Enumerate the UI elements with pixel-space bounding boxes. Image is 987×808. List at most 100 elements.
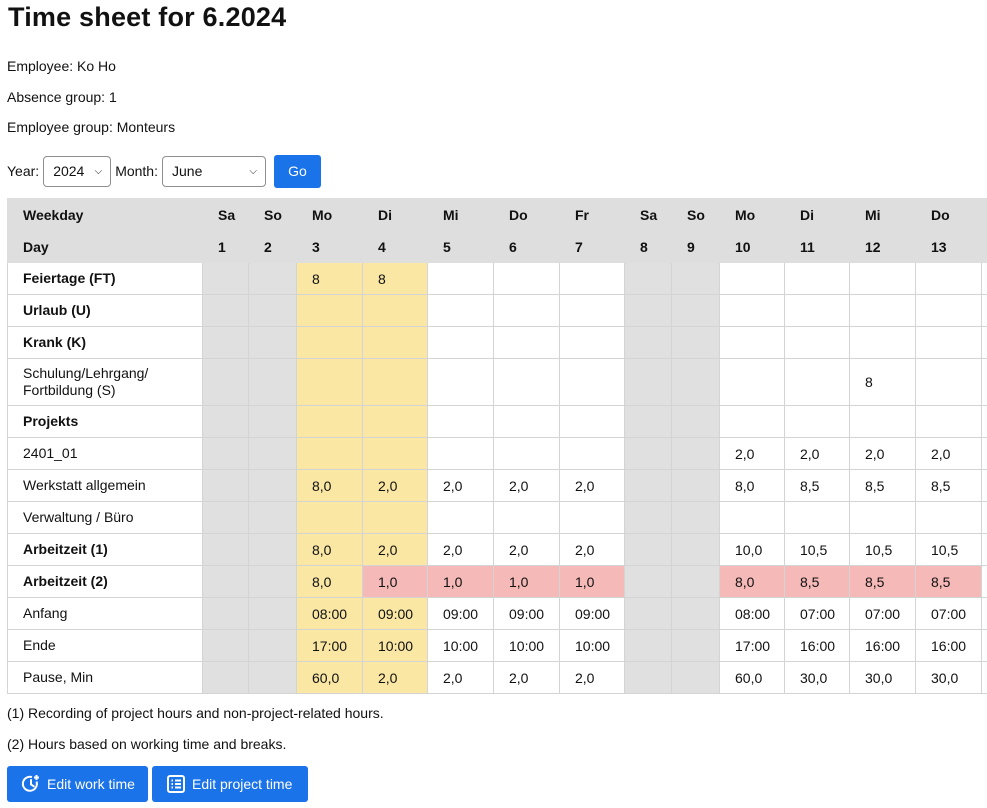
weekday-cell: So: [671, 198, 720, 231]
table-cell: 8,5: [784, 565, 850, 598]
row-label: Werkstatt allgemein: [7, 469, 203, 502]
weekday-cell: Do: [493, 198, 560, 231]
table-cell: [624, 326, 672, 359]
table-cell: 10,5: [915, 533, 982, 566]
table-cell: 17:00: [719, 629, 785, 662]
month-select[interactable]: June ⌵: [162, 155, 266, 187]
table-cell: [559, 437, 625, 470]
row-label: Arbeitzeit (1): [7, 533, 203, 566]
clock-plus-icon: [21, 775, 39, 792]
table-cell: [248, 469, 297, 502]
table-cell: 09:00: [493, 597, 560, 630]
table-cell: [493, 262, 560, 295]
table-cell: [296, 294, 363, 327]
table-cell: [559, 294, 625, 327]
day-cell: 3: [296, 230, 363, 263]
table-cell: 2,0: [493, 533, 560, 566]
table-cell: [493, 437, 560, 470]
row-label: Krank (K): [7, 326, 203, 359]
table-cell: [427, 326, 494, 359]
table-row: Schulung/Lehrgang/ Fortbildung (S) 8: [7, 358, 987, 406]
table-cell: 16:00: [849, 629, 916, 662]
table-cell: 60,0: [719, 661, 785, 694]
table-cell: [981, 294, 987, 327]
day-cell: 2: [248, 230, 297, 263]
table-cell: [671, 294, 720, 327]
table-cell: [202, 469, 249, 502]
table-cell: 10:00: [427, 629, 494, 662]
table-cell: 8,5: [915, 565, 982, 598]
weekday-cell: Mo: [296, 198, 363, 231]
table-cell: [981, 358, 987, 406]
table-cell: [981, 565, 987, 598]
day-cell: 11: [784, 230, 850, 263]
table-row: Arbeitzeit (1) 8,0 2,0 2,0 2,0 2,0 10,0 10,5 10,…: [7, 533, 987, 566]
table-cell: [248, 405, 297, 438]
table-cell: [784, 262, 850, 295]
table-cell: [915, 262, 982, 295]
footnote-2: (2) Hours based on working time and brea…: [7, 736, 287, 752]
day-cell: 12: [849, 230, 916, 263]
table-cell: [915, 358, 982, 406]
table-cell: [427, 437, 494, 470]
day-cell: 10: [719, 230, 785, 263]
table-cell: [202, 326, 249, 359]
table-cell: 2,0: [362, 469, 428, 502]
table-cell: [671, 533, 720, 566]
table-cell: [202, 661, 249, 694]
weekday-cell: Sa: [624, 198, 672, 231]
table-cell: 2,0: [719, 437, 785, 470]
table-cell: [915, 405, 982, 438]
table-cell: [915, 326, 982, 359]
page-title: Time sheet for 6.2024: [8, 2, 287, 32]
weekday-cell: Di: [362, 198, 428, 231]
table-row: Pause, Min 60,0 2,0 2,0 2,0 2,0 60,0 30,0 30,0 30…: [7, 661, 987, 694]
weekday-cell: Do: [915, 198, 982, 231]
table-cell: [493, 326, 560, 359]
go-button[interactable]: Go: [274, 154, 321, 188]
table-cell: [784, 358, 850, 406]
table-cell: [296, 405, 363, 438]
table-cell: [296, 326, 363, 359]
table-cell: 8,0: [296, 533, 363, 566]
row-label: Arbeitzeit (2): [7, 565, 203, 598]
row-label: Ende: [7, 629, 203, 662]
table-cell: 30,0: [915, 661, 982, 694]
table-cell: [248, 533, 297, 566]
month-label: Month:: [115, 163, 158, 179]
table-cell: 2,0: [559, 469, 625, 502]
year-select[interactable]: 2024 ⌵: [43, 155, 112, 187]
table-cell: [719, 262, 785, 295]
weekday-header: Weekday: [7, 198, 203, 231]
day-cell: 8: [624, 230, 672, 263]
table-cell: 8,5: [849, 565, 916, 598]
weekday-cell: Di: [784, 198, 850, 231]
chevron-down-icon: ⌵: [249, 165, 257, 177]
table-cell: [719, 358, 785, 406]
edit-work-time-button[interactable]: Edit work time: [7, 766, 148, 802]
table-cell: [202, 437, 249, 470]
table-cell: [559, 405, 625, 438]
table-cell: [671, 597, 720, 630]
edit-project-time-button[interactable]: Edit project time: [152, 766, 308, 802]
weekday-cell: So: [248, 198, 297, 231]
table-cell: [624, 437, 672, 470]
table-cell: [671, 358, 720, 406]
table-row: Projekts: [7, 405, 987, 438]
table-cell: 10,0: [719, 533, 785, 566]
row-label: Urlaub (U): [7, 294, 203, 327]
table-cell: [671, 469, 720, 502]
table-cell: [719, 405, 785, 438]
day-cell: 9: [671, 230, 720, 263]
absence-group-info: Absence group: 1: [7, 89, 117, 105]
table-cell: [784, 326, 850, 359]
table-cell: [849, 262, 916, 295]
filter-bar: Year: 2024 ⌵ Month: June ⌵ Go: [7, 154, 321, 188]
table-cell: 8,5: [849, 469, 916, 502]
table-cell: [624, 294, 672, 327]
table-row: Krank (K): [7, 326, 987, 359]
row-label: Anfang: [7, 597, 203, 630]
table-cell: 10:00: [493, 629, 560, 662]
table-row: Urlaub (U): [7, 294, 987, 327]
table-cell: [981, 533, 987, 566]
